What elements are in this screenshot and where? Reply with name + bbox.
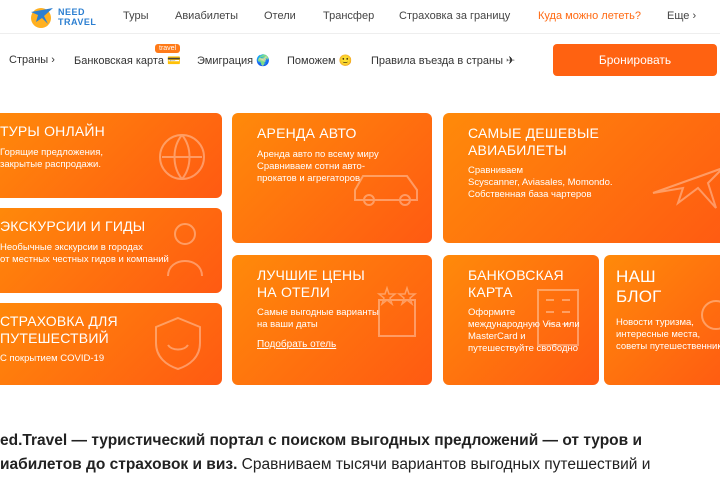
subnav-countries[interactable]: Страны ›	[9, 54, 55, 66]
tile-excursions-desc: Необычные экскурсии в городах от местных…	[0, 242, 169, 265]
intro-line2-bold: иабилетов до страховок и виз.	[0, 456, 238, 473]
logo-line1: NEED	[58, 7, 86, 17]
logo-line2: TRAVEL	[58, 17, 97, 27]
nav-more[interactable]: Еще ›	[667, 10, 696, 22]
nav-tours[interactable]: Туры	[123, 10, 149, 22]
tile-tours[interactable]: ТУРЫ ОНЛАЙН Горящие предложения, закрыты…	[0, 113, 222, 198]
nav-flights[interactable]: Авиабилеты	[175, 10, 238, 22]
tile-car-rental-title: АРЕНДА АВТО	[257, 125, 357, 141]
tile-excursions[interactable]: ЭКСКУРСИИ И ГИДЫ Необычные экскурсии в г…	[0, 208, 222, 293]
logo-text: NEED TRAVEL	[58, 7, 96, 27]
tile-flights-title: САМЫЕ ДЕШЕВЫЕ АВИАБИЛЕТЫ	[468, 125, 600, 158]
intro-line2: иабилетов до страховок и виз. Сравниваем…	[0, 452, 650, 478]
top-navigation: NEED TRAVEL Туры Авиабилеты Отели Трансф…	[0, 0, 720, 34]
tile-insurance[interactable]: СТРАХОВКА ДЛЯ ПУТЕШЕСТВИЙ С покрытием CO…	[0, 303, 222, 385]
intro-line2-rest: Сравниваем тысячи вариантов выгодных пут…	[237, 456, 651, 473]
find-hotel-link[interactable]: Подобрать отель	[257, 339, 336, 350]
tile-hotels[interactable]: ЛУЧШИЕ ЦЕНЫ НА ОТЕЛИ Самые выгодные вари…	[232, 255, 432, 385]
subnav-entry-rules[interactable]: Правила въезда в страны ✈	[371, 54, 515, 67]
nav-transfer[interactable]: Трансфер	[323, 10, 374, 22]
tile-bank-card-desc: Оформите международную Visa или MasterCa…	[468, 307, 580, 354]
intro-line1: ed.Travel — туристический портал с поиск…	[0, 432, 643, 449]
tile-car-rental[interactable]: АРЕНДА АВТО Аренда авто по всему миру Ср…	[232, 113, 432, 243]
nav-hotels[interactable]: Отели	[264, 10, 296, 22]
tile-insurance-title: СТРАХОВКА ДЛЯ ПУТЕШЕСТВИЙ	[0, 313, 118, 346]
nav-insurance[interactable]: Страховка за границу	[399, 10, 510, 22]
subnav-bank-card[interactable]: Банковская карта 💳	[74, 54, 181, 67]
travel-badge: travel	[155, 44, 181, 53]
intro-text: ed.Travel — туристический портал с поиск…	[0, 428, 720, 480]
tile-hotels-desc: Самые выгодные варианты на ваши даты	[257, 307, 379, 330]
tile-excursions-title: ЭКСКУРСИИ И ГИДЫ	[0, 218, 146, 234]
tile-tours-title: ТУРЫ ОНЛАЙН	[0, 123, 105, 139]
tile-flights[interactable]: САМЫЕ ДЕШЕВЫЕ АВИАБИЛЕТЫ Сравниваем Scys…	[443, 113, 720, 243]
tile-flights-desc: Сравниваем Scyscanner, Aviasales, Momond…	[468, 165, 613, 200]
tile-tours-desc: Горящие предложения, закрытые распродажи…	[0, 147, 104, 170]
subnav-help[interactable]: Поможем 🙂	[287, 54, 352, 67]
subnav-emigration[interactable]: Эмиграция 🌍	[197, 54, 270, 67]
tile-car-rental-desc: Аренда авто по всему миру Сравниваем сот…	[257, 149, 379, 184]
logo-plane-icon	[31, 8, 53, 28]
globe-icon	[159, 134, 205, 180]
shield-icon	[155, 316, 201, 371]
tile-blog[interactable]: НАШ БЛОГ Новости туризма, интересные мес…	[604, 255, 720, 385]
airplane-icon	[652, 168, 720, 209]
nav-where-to-fly[interactable]: Куда можно лететь?	[538, 10, 641, 22]
tile-insurance-desc: С покрытием COVID-19	[0, 353, 105, 364]
site-logo[interactable]: NEED TRAVEL	[28, 4, 118, 32]
tile-bank-card-title: БАНКОВСКАЯ КАРТА	[468, 267, 564, 300]
tile-bank-card[interactable]: БАНКОВСКАЯ КАРТА Оформите международную …	[443, 255, 599, 385]
tile-blog-desc: Новости туризма, интересные места, совет…	[616, 317, 720, 352]
tile-blog-title: НАШ БЛОГ	[616, 267, 662, 306]
book-button[interactable]: Бронировать	[553, 44, 717, 76]
tile-hotels-title: ЛУЧШИЕ ЦЕНЫ НА ОТЕЛИ	[257, 267, 365, 300]
